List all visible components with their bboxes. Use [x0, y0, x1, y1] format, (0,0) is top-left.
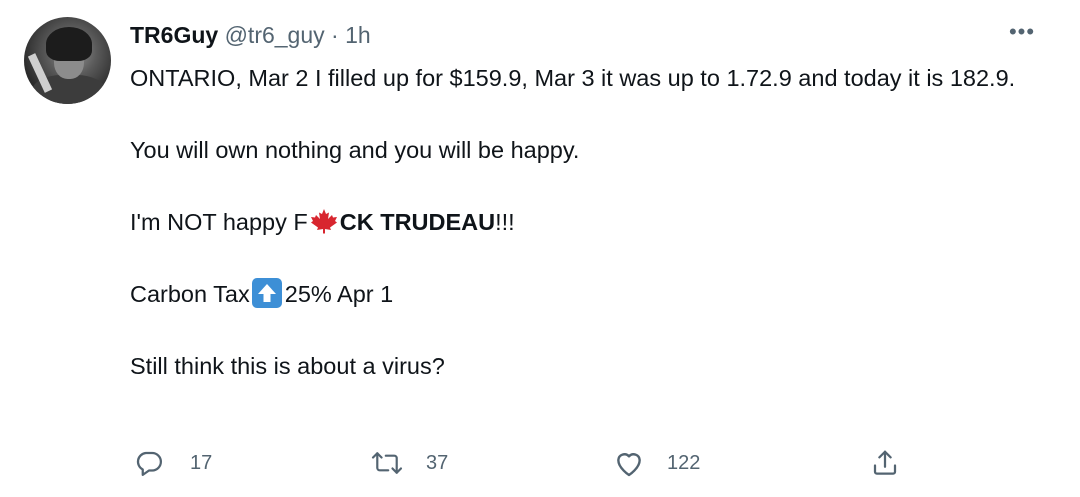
retweet-icon — [370, 448, 404, 478]
tweet-line-1: ONTARIO, Mar 2 I filled up for $159.9, M… — [130, 65, 1016, 91]
tweet-line-2: You will own nothing and you will be hap… — [130, 137, 580, 163]
line4-suffix: 25% Apr 1 — [284, 281, 394, 307]
reply-icon — [134, 448, 164, 478]
tweet-line-4: Carbon Tax 25% Apr 1 — [130, 278, 1055, 310]
tweet-line-3: I'm NOT happy F CK TRUDEAU!!! — [130, 206, 1055, 238]
like-count: 122 — [667, 451, 701, 474]
tweet-card: TR6Guy @tr6_guy · 1h ••• ONTARIO, Mar 2 … — [0, 0, 1080, 497]
up-arrow-icon — [251, 278, 282, 308]
tweet-header: TR6Guy @tr6_guy · 1h — [130, 20, 371, 50]
avatar[interactable] — [24, 17, 111, 104]
share-icon — [870, 448, 900, 478]
retweet-button[interactable]: 37 — [370, 445, 448, 481]
separator: · — [331, 22, 339, 48]
retweet-count: 37 — [426, 451, 449, 474]
reply-count: 17 — [190, 451, 213, 474]
maple-leaf-icon — [309, 208, 339, 234]
share-button[interactable] — [870, 445, 900, 481]
avatar-hair — [46, 27, 92, 61]
heart-icon — [613, 448, 645, 478]
line3-prefix: I'm NOT happy F — [130, 209, 308, 235]
more-icon: ••• — [1008, 19, 1036, 44]
tweet-line-5: Still think this is about a virus? — [130, 353, 445, 379]
line3-bold: CK TRUDEAU — [339, 209, 496, 235]
timestamp[interactable]: 1h — [345, 22, 371, 48]
reply-button[interactable]: 17 — [134, 445, 212, 481]
tweet-actions: 17 37 122 — [130, 445, 930, 481]
line3-suffix: !!! — [495, 209, 515, 235]
display-name[interactable]: TR6Guy — [130, 22, 218, 48]
handle[interactable]: @tr6_guy — [225, 22, 325, 48]
like-button[interactable]: 122 — [613, 445, 700, 481]
more-options-button[interactable]: ••• — [1004, 14, 1040, 50]
line4-prefix: Carbon Tax — [130, 281, 250, 307]
tweet-text: ONTARIO, Mar 2 I filled up for $159.9, M… — [130, 62, 1055, 382]
